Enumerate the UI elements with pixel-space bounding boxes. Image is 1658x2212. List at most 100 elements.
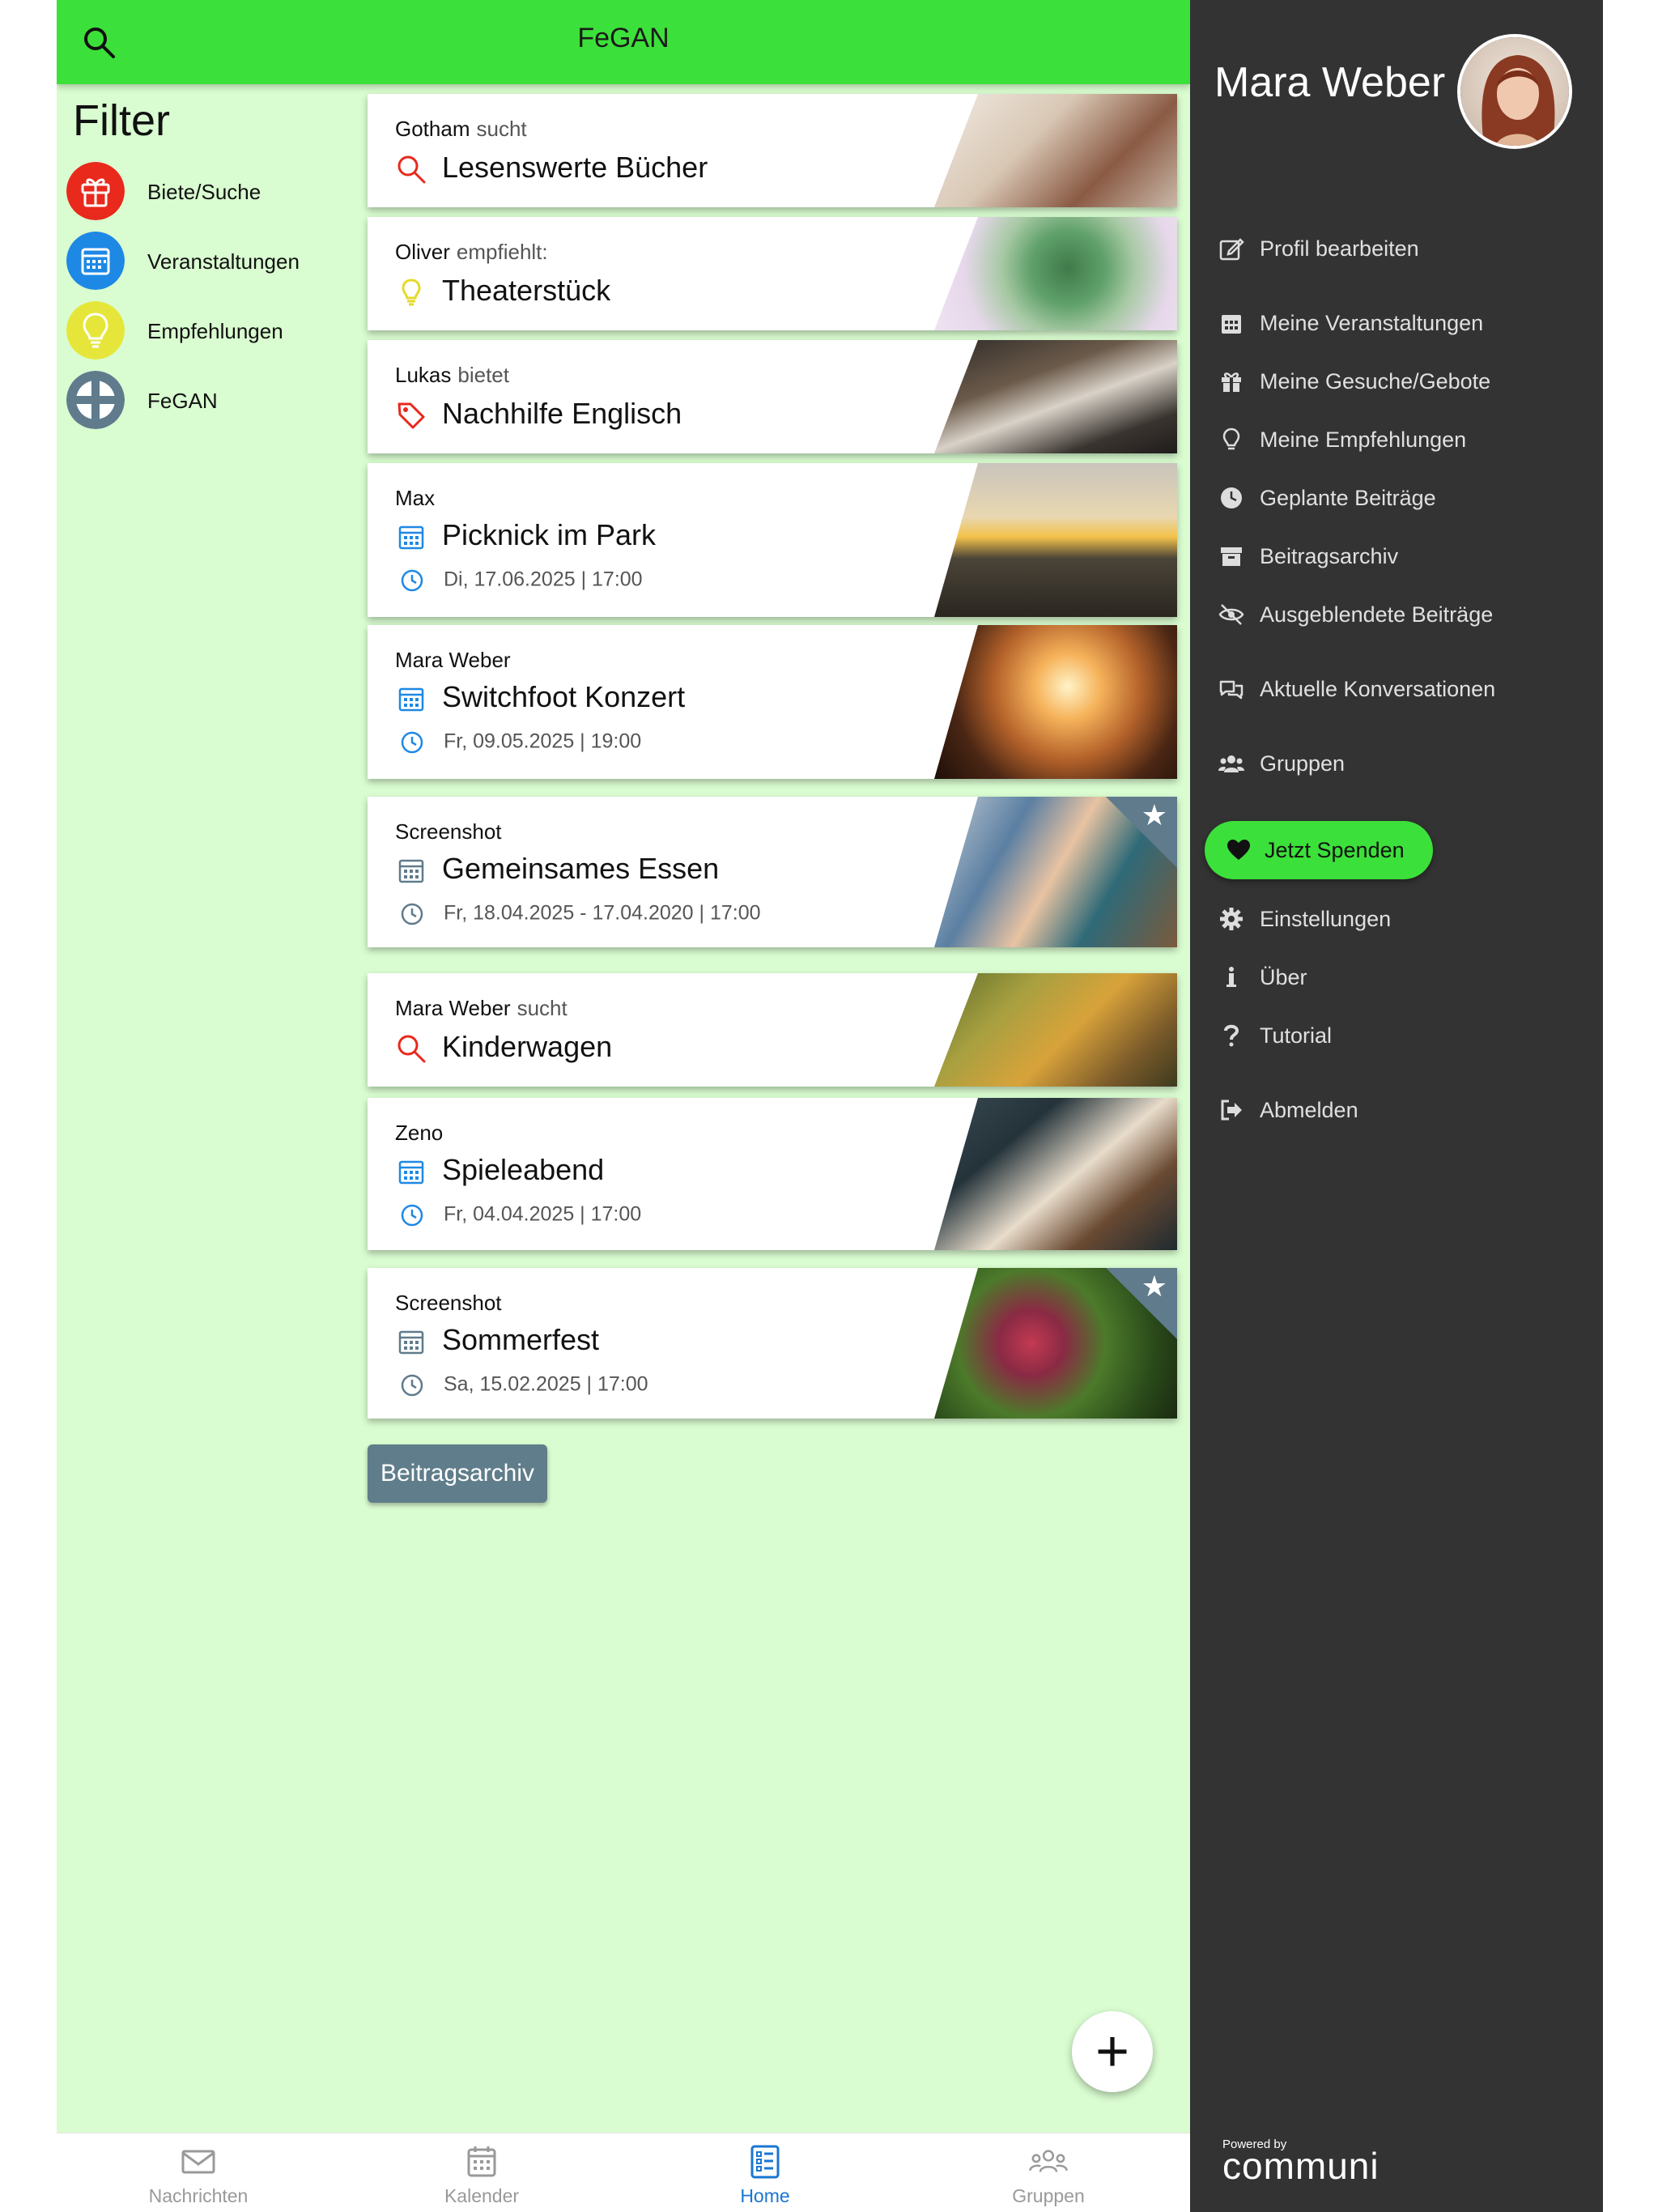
nav-item-home[interactable]: Home: [623, 2133, 907, 2212]
feed-card[interactable]: Mara Weber sucht Kinderwagen: [368, 973, 1177, 1087]
gift-icon: [66, 162, 125, 220]
menu-label: Ausgeblendete Beiträge: [1260, 602, 1494, 627]
filter-item-fegan[interactable]: FeGAN: [66, 371, 358, 431]
search-icon: [397, 155, 426, 184]
nav-item-nachrichten[interactable]: Nachrichten: [57, 2133, 340, 2212]
card-author: Oliver empfiehlt:: [395, 240, 548, 264]
edit-icon: [1219, 238, 1244, 261]
card-title: Theaterstück: [442, 274, 611, 307]
calendar-icon: [398, 688, 424, 712]
card-author: Mara Weber: [395, 648, 511, 672]
calendar-icon: [398, 1331, 424, 1355]
card-date: Fr, 18.04.2025 - 17.04.2020 | 17:00: [444, 901, 761, 925]
filter-label: Empfehlungen: [147, 319, 283, 343]
menu-item-geplant[interactable]: Geplante Beiträge: [1218, 478, 1574, 518]
menu-label: Meine Gesuche/Gebote: [1260, 369, 1491, 393]
nav-label: Nachrichten: [148, 2185, 249, 2206]
card-image: [934, 94, 1177, 207]
star-icon: ★: [1141, 1270, 1167, 1303]
clock-icon: [401, 1204, 423, 1227]
filter-item-empfehlungen[interactable]: Empfehlungen: [66, 301, 358, 361]
menu-item-profil[interactable]: Profil bearbeiten: [1218, 228, 1574, 269]
menu-item-archiv[interactable]: Beitragsarchiv: [1218, 536, 1574, 576]
menu-item-abmelden[interactable]: Abmelden: [1218, 1090, 1574, 1130]
card-title-row: Nachhilfe Englisch: [395, 397, 682, 432]
feed-card[interactable]: Zeno Spieleabend Fr, 04.04.2025 | 17:00: [368, 1098, 1177, 1250]
menu-item-ueber[interactable]: Über: [1218, 957, 1574, 998]
app-main: FeGAN Filter Biete/Suche Veranstaltungen: [57, 0, 1190, 2212]
card-author: Max: [395, 486, 436, 510]
donate-label: Jetzt Spenden: [1265, 838, 1405, 862]
top-app-bar: FeGAN: [57, 0, 1190, 84]
menu-item-einstellungen[interactable]: Einstellungen: [1218, 899, 1574, 939]
calendar-icon: [66, 232, 125, 290]
menu-label: Geplante Beiträge: [1260, 486, 1436, 510]
feed-card[interactable]: Max Picknick im Park Di, 17.06.2025 | 17…: [368, 463, 1177, 617]
donate-button[interactable]: Jetzt Spenden: [1205, 821, 1433, 879]
menu-item-gesuche[interactable]: Meine Gesuche/Gebote: [1218, 361, 1574, 402]
clock-icon: [401, 1374, 423, 1397]
question-icon: [1224, 1024, 1239, 1047]
filter-label: Biete/Suche: [147, 180, 261, 204]
feed-card[interactable]: Oliver empfiehlt: Theaterstück: [368, 217, 1177, 330]
feed-card[interactable]: ★ Screenshot Gemeinsames Essen Fr, 18.04…: [368, 797, 1177, 947]
nav-item-gruppen[interactable]: Gruppen: [907, 2133, 1190, 2212]
eye-slash-icon: [1218, 604, 1244, 625]
list-icon: [750, 2145, 780, 2179]
menu-label: Tutorial: [1260, 1023, 1333, 1048]
card-author: Screenshot: [395, 1291, 502, 1315]
archive-button[interactable]: Beitragsarchiv: [368, 1444, 547, 1503]
menu-item-konversationen[interactable]: Aktuelle Konversationen: [1218, 669, 1574, 709]
card-author: Mara Weber sucht: [395, 996, 568, 1020]
side-drawer: Mara Weber Profil bearbeiten Meine Veran…: [1190, 0, 1603, 2212]
card-author: Screenshot: [395, 819, 502, 844]
card-date: Fr, 04.04.2025 | 17:00: [444, 1202, 642, 1226]
clock-icon: [401, 569, 423, 592]
card-date-row: Sa, 15.02.2025 | 17:00: [395, 1372, 648, 1399]
info-icon: [1226, 967, 1236, 987]
menu-label: Aktuelle Konversationen: [1260, 677, 1496, 701]
nav-label: Gruppen: [1012, 2185, 1085, 2206]
menu-label: Meine Veranstaltungen: [1260, 311, 1484, 335]
cross-logo-icon: [66, 371, 125, 429]
powered-by-logo: Powered by communi: [1222, 2134, 1384, 2187]
feed-card[interactable]: ★ Screenshot Sommerfest Sa, 15.02.2025 |…: [368, 1268, 1177, 1419]
card-image: [934, 1098, 1177, 1250]
card-title-row: Spieleabend: [395, 1153, 604, 1188]
users-icon: [1218, 755, 1244, 772]
calendar-icon: [398, 1161, 424, 1185]
menu-item-gruppen[interactable]: Gruppen: [1218, 743, 1574, 784]
card-title: Kinderwagen: [442, 1030, 613, 1063]
card-title-row: Theaterstück: [395, 274, 610, 308]
card-author: Zeno: [395, 1121, 444, 1145]
card-image: [934, 625, 1177, 779]
card-title: Lesenswerte Bücher: [442, 151, 708, 184]
card-date-row: Fr, 04.04.2025 | 17:00: [395, 1202, 641, 1229]
menu-item-ausgeblendet[interactable]: Ausgeblendete Beiträge: [1218, 594, 1574, 635]
avatar[interactable]: [1457, 34, 1572, 149]
menu-item-tutorial[interactable]: Tutorial: [1218, 1015, 1574, 1056]
feed-card[interactable]: Gotham sucht Lesenswerte Bücher: [368, 94, 1177, 207]
menu-item-empfehlungen[interactable]: Meine Empfehlungen: [1218, 419, 1574, 460]
card-title: Picknick im Park: [442, 518, 657, 551]
filter-item-veranstaltungen[interactable]: Veranstaltungen: [66, 232, 358, 291]
card-title: Gemeinsames Essen: [442, 852, 720, 885]
menu-label: Meine Empfehlungen: [1260, 428, 1467, 452]
card-date-row: Fr, 18.04.2025 - 17.04.2020 | 17:00: [395, 900, 761, 928]
clock-icon: [1221, 487, 1242, 508]
add-post-button[interactable]: +: [1072, 2011, 1153, 2092]
nav-item-kalender[interactable]: Kalender: [340, 2133, 623, 2212]
feed-card[interactable]: Lukas bietet Nachhilfe Englisch: [368, 340, 1177, 453]
lightbulb-icon: [402, 279, 421, 306]
feed-card[interactable]: Mara Weber Switchfoot Konzert Fr, 09.05.…: [368, 625, 1177, 779]
calendar-icon: [467, 2146, 496, 2177]
menu-label: Über: [1260, 965, 1307, 989]
card-author: Gotham sucht: [395, 117, 527, 141]
card-title-row: Switchfoot Konzert: [395, 680, 685, 715]
lightbulb-icon: [1222, 428, 1240, 450]
filter-item-biete-suche[interactable]: Biete/Suche: [66, 162, 358, 222]
menu-item-veranstaltungen[interactable]: Meine Veranstaltungen: [1218, 303, 1574, 343]
gift-icon: [1222, 372, 1241, 392]
card-title: Switchfoot Konzert: [442, 680, 686, 713]
card-image: [934, 340, 1177, 453]
